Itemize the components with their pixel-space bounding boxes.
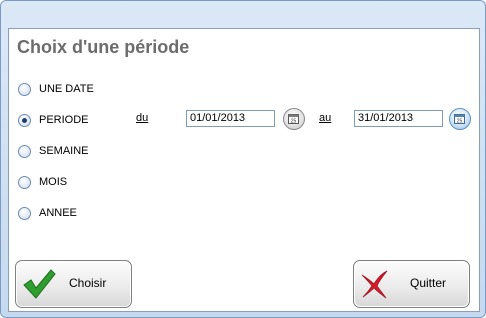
- choisir-button-label: Choisir: [69, 276, 107, 290]
- quitter-button[interactable]: Quitter: [353, 260, 470, 308]
- radio-une-date[interactable]: [18, 82, 31, 96]
- from-calendar-button[interactable]: 25: [283, 108, 305, 130]
- radio-annee[interactable]: [18, 206, 31, 220]
- dialog-client-area: Choix d'une période UNE DATE PERIODE SEM…: [8, 28, 480, 312]
- option-une-date[interactable]: UNE DATE: [18, 81, 94, 97]
- svg-text:25: 25: [291, 119, 297, 125]
- cross-icon: [361, 270, 388, 299]
- radio-semaine[interactable]: [18, 144, 31, 158]
- option-annee[interactable]: ANNEE: [18, 205, 77, 221]
- dialog-title: Choix d'une période: [17, 37, 190, 57]
- from-date-field[interactable]: 01/01/2013: [186, 110, 275, 127]
- quitter-button-label: Quitter: [410, 276, 447, 290]
- dialog-window: Choix d'une période UNE DATE PERIODE SEM…: [0, 0, 486, 318]
- calendar-icon: 25: [288, 114, 299, 125]
- to-label: au: [319, 112, 332, 124]
- option-mois-label: MOIS: [39, 176, 68, 188]
- radio-periode[interactable]: [18, 113, 31, 127]
- to-date-field[interactable]: 31/01/2013: [354, 110, 443, 127]
- option-une-date-label: UNE DATE: [39, 83, 94, 95]
- calendar-icon: 25: [454, 114, 465, 125]
- option-annee-label: ANNEE: [39, 207, 77, 219]
- option-periode[interactable]: PERIODE: [18, 112, 89, 128]
- option-semaine[interactable]: SEMAINE: [18, 143, 89, 159]
- choisir-button[interactable]: Choisir: [15, 260, 132, 308]
- svg-text:25: 25: [457, 119, 463, 125]
- option-semaine-label: SEMAINE: [39, 145, 89, 157]
- checkmark-icon: [23, 269, 56, 299]
- option-periode-label: PERIODE: [39, 114, 89, 126]
- option-mois[interactable]: MOIS: [18, 174, 67, 190]
- radio-mois[interactable]: [18, 175, 31, 189]
- from-label: du: [136, 112, 149, 124]
- to-calendar-button[interactable]: 25: [449, 108, 471, 130]
